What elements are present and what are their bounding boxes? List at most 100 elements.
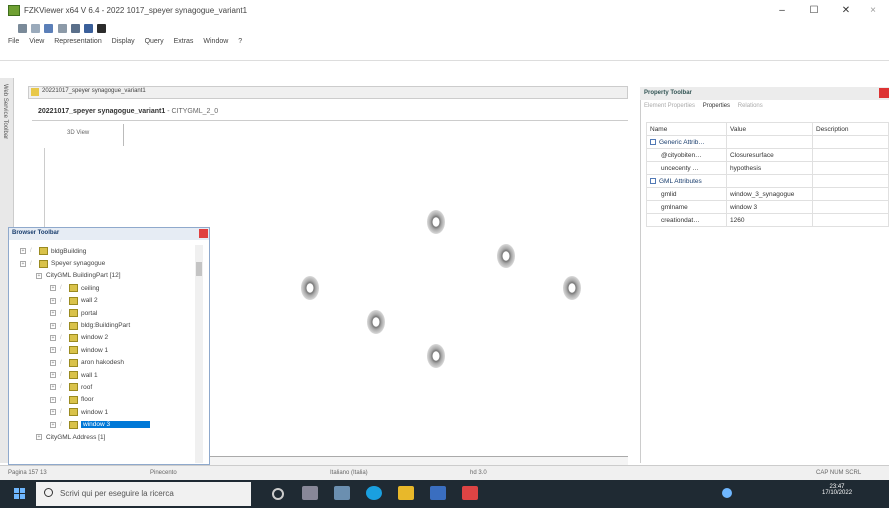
visibility-icon[interactable]: / <box>60 285 66 291</box>
tree-item[interactable]: + / bldg:BuildingPart <box>12 319 195 331</box>
property-group-row[interactable]: Generic Attrib… <box>646 135 889 149</box>
visibility-icon[interactable]: / <box>60 372 66 378</box>
property-row[interactable]: @cityobiten… Closuresurface <box>646 148 889 162</box>
windows-start-icon[interactable] <box>14 488 26 500</box>
menu-view[interactable]: View <box>29 38 44 45</box>
open-icon[interactable] <box>31 24 41 33</box>
pick-icon[interactable] <box>84 24 94 33</box>
menu-file[interactable]: File <box>8 38 19 45</box>
property-row[interactable]: gmlname window 3 <box>646 200 889 214</box>
visibility-icon[interactable]: / <box>60 360 66 366</box>
tree-item[interactable]: + / window 1 <box>12 406 195 418</box>
new-icon[interactable] <box>18 24 27 33</box>
tree-scrollbar-thumb[interactable] <box>196 262 202 276</box>
menu-help[interactable]: ? <box>238 38 242 45</box>
close-button[interactable]: ✕ <box>835 3 857 19</box>
fill-icon[interactable] <box>97 24 107 33</box>
app-icon-red[interactable] <box>462 486 478 500</box>
tab-3d-view[interactable]: 3D View <box>62 124 124 146</box>
property-row[interactable]: gmlid window_3_synagogue <box>646 187 889 201</box>
web-service-toolbar-label[interactable]: Web Service Toolbar <box>2 84 8 139</box>
print-icon[interactable] <box>57 24 67 33</box>
tab-element-properties[interactable]: Element Properties <box>644 103 695 109</box>
file-explorer-icon[interactable] <box>334 486 350 500</box>
tree-item[interactable]: + / window 3 <box>12 418 195 430</box>
expand-icon[interactable]: + <box>36 272 42 279</box>
tree-item[interactable]: + / floor <box>12 394 195 406</box>
window-3-mesh[interactable] <box>301 276 319 300</box>
outer-close-icon[interactable]: × <box>862 3 884 19</box>
visibility-icon[interactable]: / <box>60 409 66 415</box>
tree-item[interactable]: + / Speyer synagogue <box>12 257 195 269</box>
task-view-icon[interactable] <box>302 486 318 500</box>
expand-icon[interactable]: + <box>50 384 56 391</box>
menu-representation[interactable]: Representation <box>54 38 101 45</box>
expand-icon[interactable]: + <box>50 409 56 416</box>
visibility-icon[interactable]: / <box>60 323 66 329</box>
window-3-mesh[interactable] <box>563 276 581 300</box>
tree-item[interactable]: + / ceiling <box>12 282 195 294</box>
network-icon[interactable] <box>722 488 732 498</box>
expand-icon[interactable]: + <box>50 359 56 366</box>
window-3-mesh[interactable] <box>427 344 445 368</box>
column-header-name[interactable]: Name <box>646 122 727 136</box>
taskbar-clock[interactable]: 23:47 17/10/2022 <box>822 484 852 496</box>
menu-extras[interactable]: Extras <box>174 38 194 45</box>
menu-query[interactable]: Query <box>145 38 164 45</box>
visibility-icon[interactable]: / <box>60 310 66 316</box>
help-icon[interactable] <box>70 24 80 33</box>
expand-icon[interactable]: + <box>50 285 56 292</box>
visibility-icon[interactable]: / <box>30 261 36 267</box>
maximize-button[interactable]: ☐ <box>803 3 825 19</box>
expand-icon[interactable]: + <box>50 322 56 329</box>
visibility-icon[interactable]: / <box>60 335 66 341</box>
expand-icon[interactable]: + <box>20 248 26 255</box>
visibility-icon[interactable]: / <box>30 248 36 254</box>
visibility-icon[interactable]: / <box>60 298 66 304</box>
edge-icon[interactable] <box>366 486 382 500</box>
folder-icon[interactable] <box>398 486 414 500</box>
visibility-icon[interactable]: / <box>60 422 66 428</box>
tree-item[interactable]: + / roof <box>12 381 195 393</box>
property-group-row[interactable]: GML Attributes <box>646 174 889 188</box>
visibility-icon[interactable]: / <box>60 397 66 403</box>
visibility-icon[interactable]: / <box>60 384 66 390</box>
expand-icon[interactable]: + <box>50 334 56 341</box>
tree-item[interactable]: + CityGML Address [1] <box>12 431 195 443</box>
property-close-icon[interactable] <box>879 88 889 98</box>
expand-icon[interactable]: + <box>50 372 56 379</box>
property-row[interactable]: creationdat… 1260 <box>646 213 889 227</box>
visibility-icon[interactable]: / <box>60 347 66 353</box>
tab-properties[interactable]: Properties <box>703 103 730 109</box>
window-3-mesh[interactable] <box>497 244 515 268</box>
tab-relations[interactable]: Relations <box>738 103 763 109</box>
menu-window[interactable]: Window <box>203 38 228 45</box>
expand-icon[interactable]: + <box>50 396 56 403</box>
tree-item[interactable]: + / bldgBuilding <box>12 245 195 257</box>
save-icon[interactable] <box>44 24 54 33</box>
expand-icon[interactable]: + <box>36 434 42 441</box>
tree-scrollbar[interactable] <box>195 245 203 463</box>
menu-display[interactable]: Display <box>112 38 135 45</box>
expand-icon[interactable]: + <box>50 421 56 428</box>
minimize-button[interactable]: – <box>771 3 793 19</box>
expand-icon[interactable]: + <box>50 310 56 317</box>
expand-icon[interactable]: + <box>50 297 56 304</box>
column-header-description[interactable]: Description <box>812 122 889 136</box>
column-header-value[interactable]: Value <box>726 122 813 136</box>
tree-item[interactable]: + / portal <box>12 307 195 319</box>
window-3-mesh[interactable] <box>427 210 445 234</box>
tree-item[interactable]: + / wall 2 <box>12 295 195 307</box>
collapse-icon[interactable] <box>650 138 656 145</box>
expand-icon[interactable]: + <box>20 260 26 267</box>
word-icon[interactable] <box>430 486 446 500</box>
tree-item[interactable]: + / wall 1 <box>12 369 195 381</box>
window-3-mesh[interactable] <box>367 310 385 334</box>
tree-item[interactable]: + / window 2 <box>12 332 195 344</box>
property-row[interactable]: uncecenty … hypothesis <box>646 161 889 175</box>
collapse-icon[interactable] <box>650 177 656 184</box>
tree-item[interactable]: + / aron hakodesh <box>12 357 195 369</box>
tree-item[interactable]: + / window 1 <box>12 344 195 356</box>
browser-close-icon[interactable] <box>199 229 208 238</box>
tree-item[interactable]: + CityGML BuildingPart [12] <box>12 270 195 282</box>
